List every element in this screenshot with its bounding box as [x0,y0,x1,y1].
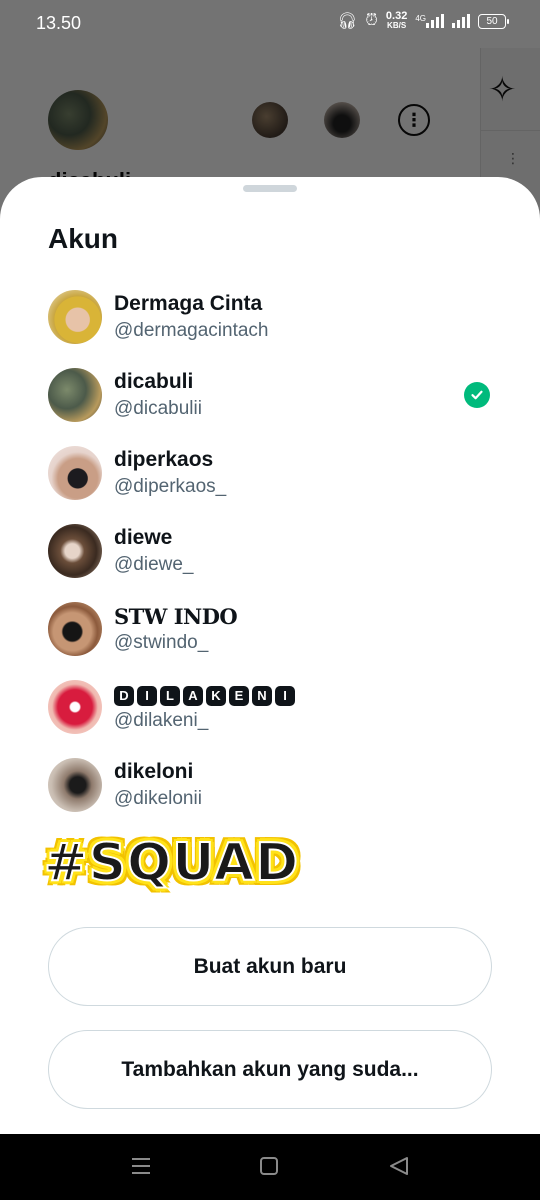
boxed-letter: N [252,685,272,706]
account-handle: @dermagacintach [114,320,269,341]
status-time: 13.50 [36,13,82,33]
sheet-drag-handle[interactable] [243,185,297,192]
boxed-letter: I [137,685,157,706]
account-name: diperkaos [114,448,214,471]
account-item[interactable]: dicabuli @dicabulii [48,368,492,424]
network-speed-unit: KB/S [387,21,407,30]
avatar [48,446,102,500]
avatar [48,290,102,344]
account-name: diewe [114,526,173,549]
add-existing-account-button[interactable]: Tambahkan akun yang suda... [48,1030,492,1109]
check-circle-icon [464,382,490,408]
account-handle: @diewe_ [114,554,194,575]
avatar [48,758,102,812]
avatar [48,524,102,578]
squad-sticker: #SQUAD [43,832,300,894]
account-item[interactable]: Dermaga Cinta @dermagacintach [48,290,492,346]
network-type: 4G [415,14,426,23]
boxed-letter: L [160,685,180,706]
boxed-letter: E [229,685,249,706]
account-item[interactable]: diperkaos @diperkaos_ [48,446,492,502]
boxed-letter: D [114,685,134,706]
create-account-button[interactable]: Buat akun baru [48,927,492,1006]
boxed-letter: A [183,685,203,706]
sheet-title: Akun [48,223,118,254]
battery-icon: 50 [478,13,509,29]
network-speed: 0.32 KB/S [386,11,407,31]
home-square-icon[interactable] [259,1156,279,1182]
boxed-letters-name: DILAKENI [114,685,295,706]
battery-level: 50 [486,15,498,27]
back-triangle-icon[interactable] [388,1156,410,1182]
system-navigation-bar [0,1134,540,1200]
account-item[interactable]: DILAKENI @dilakeni_ [48,680,492,736]
account-name: DILAKENI [114,682,295,706]
account-handle: @dicabulii [114,398,202,419]
account-item[interactable]: STW INDO @stwindo_ [48,602,492,658]
boxed-letter: K [206,685,226,706]
account-handle: @diperkaos_ [114,476,227,497]
avatar [48,602,102,656]
status-icons: 🎧︎ ⏰︎ 0.32 KB/S 4G 50 [337,11,509,31]
account-item[interactable]: diewe @diewe_ [48,524,492,580]
network-speed-value: 0.32 [385,10,408,22]
alarm-icon: ⏰︎ [365,12,378,29]
account-handle: @dilakeni_ [114,710,209,731]
avatar [48,680,102,734]
avatar [48,368,102,422]
menu-icon[interactable] [130,1156,152,1182]
account-name: dicabuli [114,370,194,393]
signal-4g-icon: 4G [415,14,444,28]
account-name: Dermaga Cinta [114,292,263,315]
boxed-letter: I [275,685,295,706]
account-name: STW INDO [114,604,238,629]
headphones-icon: 🎧︎ [337,13,358,30]
account-handle: @stwindo_ [114,632,209,653]
account-item[interactable]: dikeloni @dikelonii [48,758,492,814]
account-name: dikeloni [114,760,194,783]
accounts-bottom-sheet: Akun Dermaga Cinta @dermagacintach dicab… [0,177,540,1134]
status-bar: 13.50 🎧︎ ⏰︎ 0.32 KB/S 4G 50 [0,0,540,48]
account-handle: @dikelonii [114,788,202,809]
signal-icon [452,14,470,28]
